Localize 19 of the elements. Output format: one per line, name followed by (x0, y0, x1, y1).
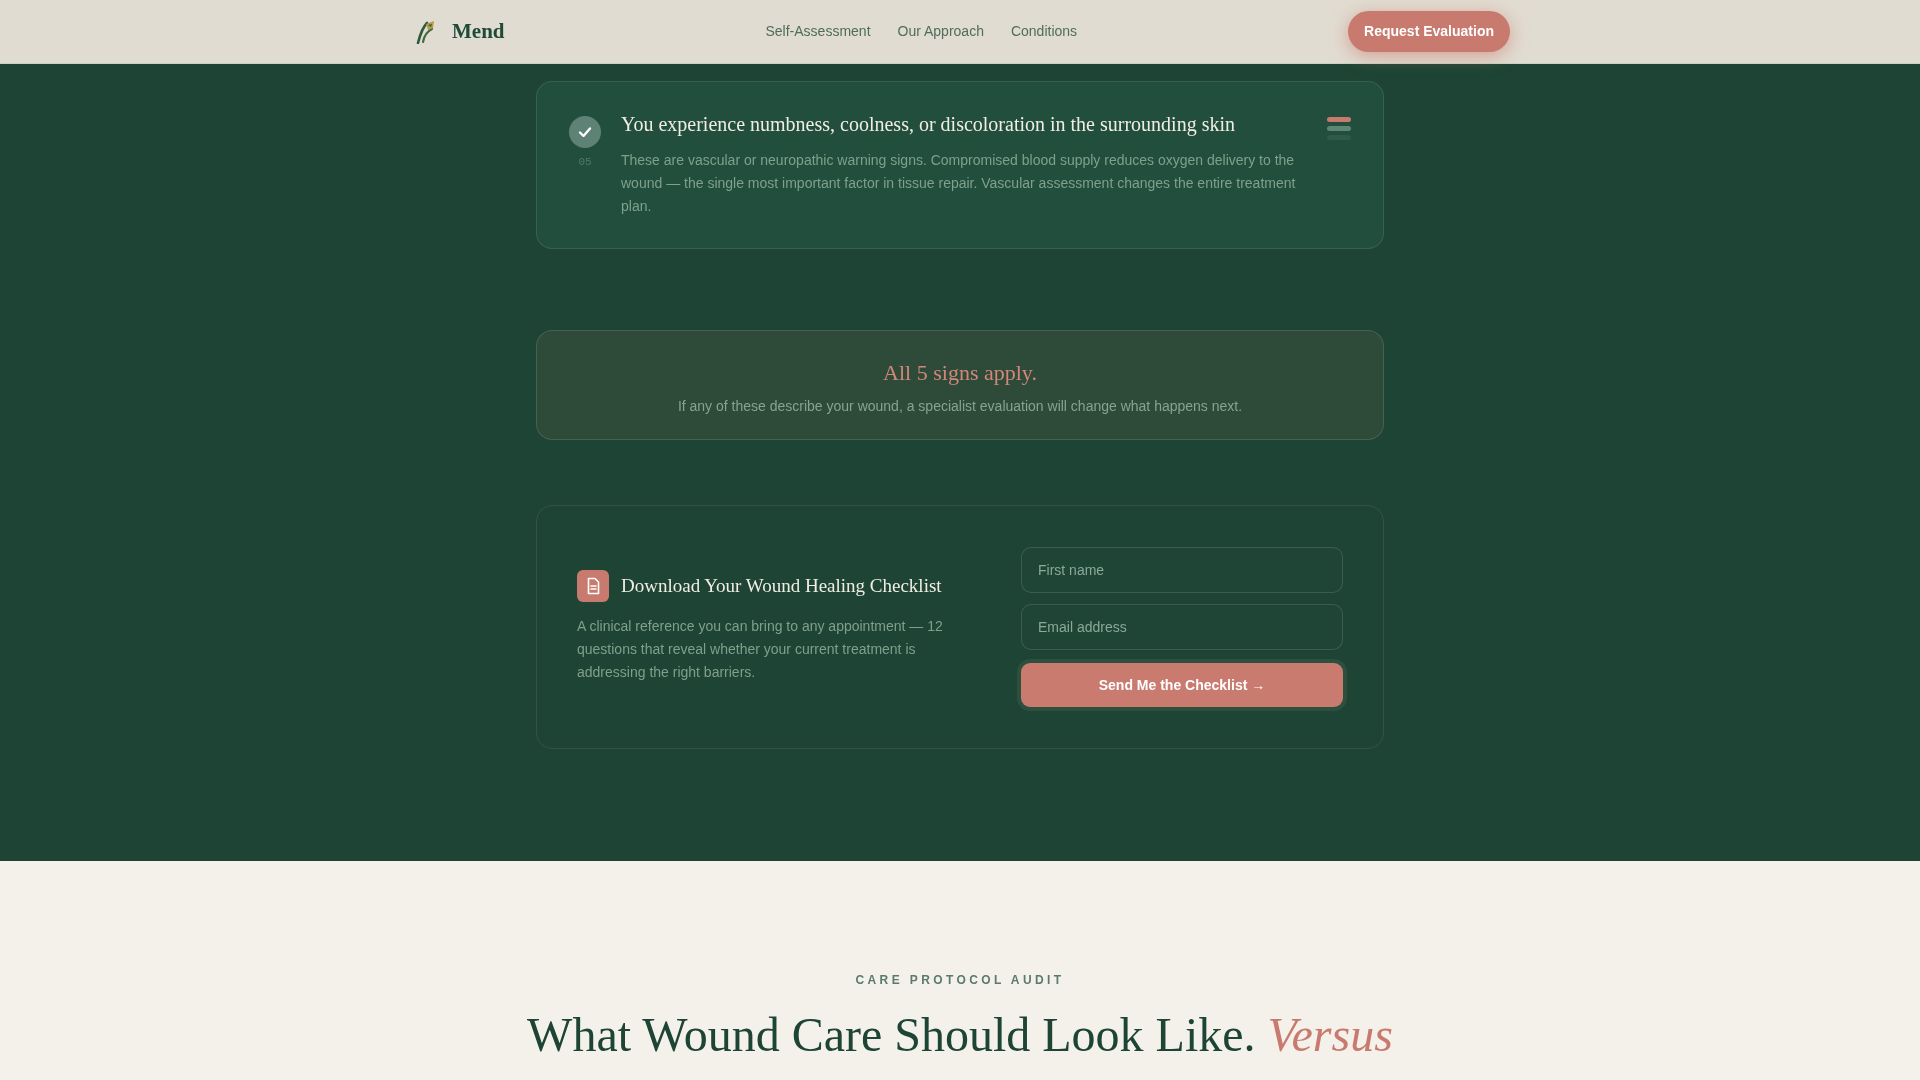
email-input-field[interactable]: Email address (1021, 604, 1343, 650)
send-checklist-button[interactable]: Send Me the Checklist → (1021, 663, 1343, 707)
name-input-field[interactable]: First name (1021, 547, 1343, 593)
document-icon (577, 570, 609, 602)
request-evaluation-button[interactable]: Request Evaluation (1348, 11, 1510, 52)
sign-title: You experience numbness, coolness, or discoloration in the surrounding skin (621, 112, 1236, 137)
checklist-title: Download Your Wound Healing Checklist (621, 573, 942, 598)
section-eyebrow: CARE PROTOCOL AUDIT (854, 972, 1066, 988)
leaf-logo-icon (414, 19, 436, 44)
nav-link[interactable]: Our Approach (897, 21, 984, 42)
section-heading: What Wound Care Should Look Like. Versus (526, 1007, 1394, 1063)
brand-name[interactable]: Mend (452, 21, 505, 42)
checklist-description: A clinical reference you can bring to any appointment — 12 questions that reveal whether your current treatment is addressing the right barriers. (577, 617, 944, 682)
summary-title: All 5 signs apply. (882, 359, 1038, 387)
nav-link[interactable]: Conditions (1010, 21, 1078, 42)
sign-description: These are vascular or neuropathic warning signs. Compromised blood supply reduces oxygen delivery to the wound — the single most important factor in tissue repair. Vascular assessment changes the entire treatment plan. (621, 151, 1297, 216)
stacked-bars-icon (1327, 116, 1351, 140)
nav-link[interactable]: Self-Assessment (765, 21, 871, 42)
summary-text: If any of these describe your wound, a specialist evaluation will change what happens next. (676, 397, 1244, 416)
